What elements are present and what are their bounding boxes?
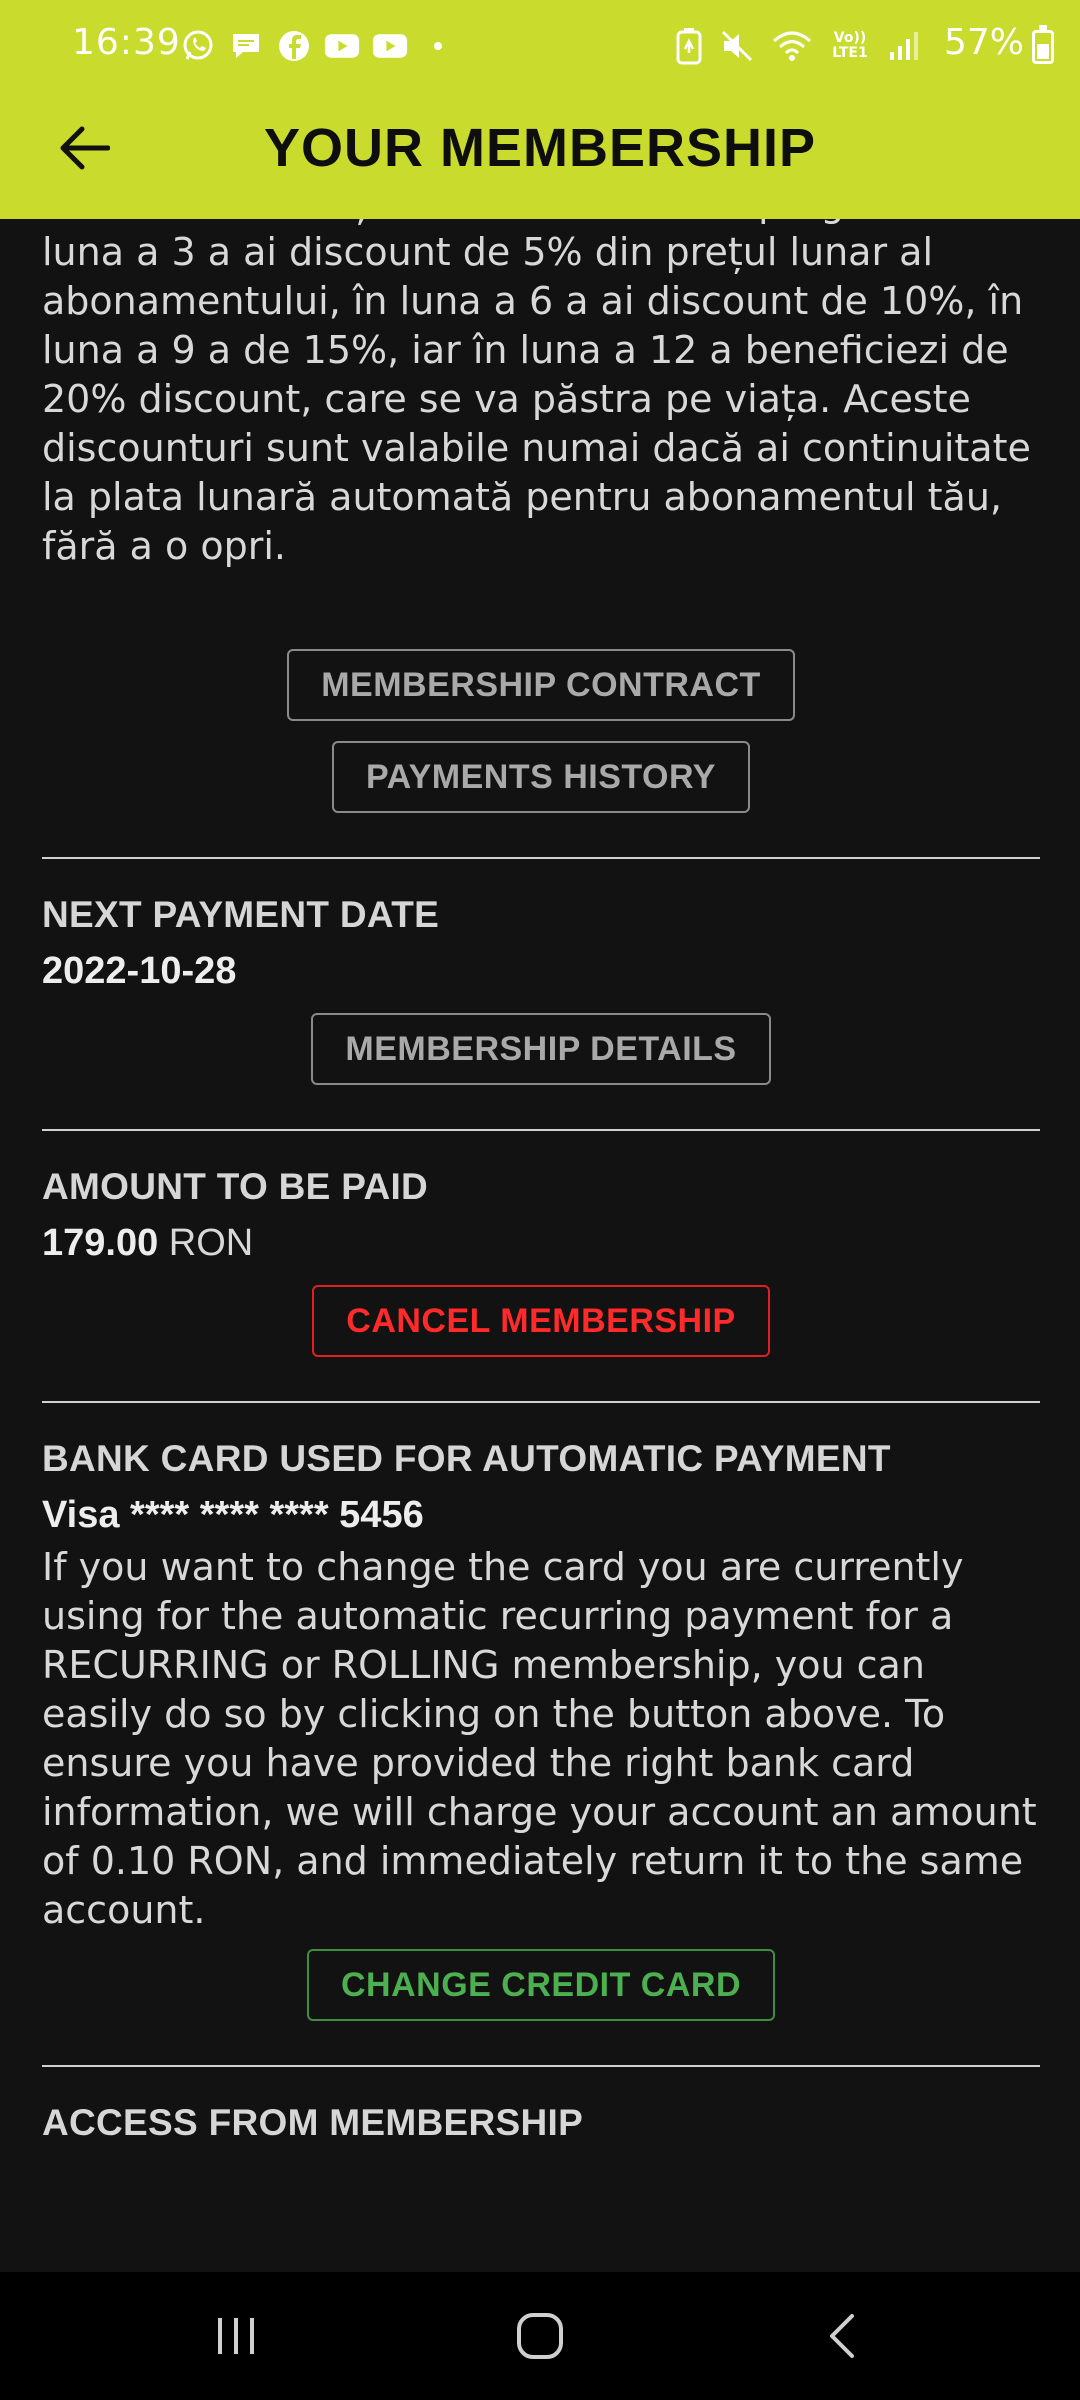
whatsapp-icon (180, 28, 216, 64)
back-icon (830, 2314, 854, 2358)
home-icon (517, 2313, 563, 2359)
home-button[interactable] (460, 2272, 620, 2400)
nav-back-button[interactable] (762, 2272, 922, 2400)
volte-icon: Vo)) LTE1 (832, 30, 868, 61)
mute-icon (720, 26, 754, 66)
bank-card-number: Visa **** **** **** 5456 (42, 1494, 424, 1536)
cancel-row: CANCEL MEMBERSHIP (42, 1285, 1040, 1357)
amount-number: 179.00 (42, 1222, 159, 1264)
chat-icon (228, 28, 264, 64)
battery-percent: 57% (943, 22, 1024, 63)
app-header: 16:39 Vo)) LTE1 57% YOUR MEMBERSHIP (0, 0, 1080, 219)
details-row: MEMBERSHIP DETAILS (42, 1013, 1040, 1085)
bank-card-label: BANK CARD USED FOR AUTOMATIC PAYMENT (42, 1438, 891, 1479)
membership-scroll: abonamentului îți oferim un discount pro… (42, 219, 1040, 2151)
facebook-icon (276, 28, 312, 64)
recent-apps-button[interactable] (156, 2272, 316, 2400)
access-label: ACCESS FROM MEMBERSHIP (42, 2102, 584, 2143)
recent-apps-icon (218, 2318, 254, 2354)
contract-row: MEMBERSHIP CONTRACT (42, 649, 1040, 721)
change-credit-card-button[interactable]: CHANGE CREDIT CARD (307, 1949, 775, 2021)
bank-card-description: If you want to change the card you are c… (42, 1545, 1037, 1932)
membership-details-button[interactable]: MEMBERSHIP DETAILS (311, 1013, 771, 1085)
notification-icons (180, 28, 456, 64)
payments-history-button[interactable]: PAYMENTS HISTORY (332, 741, 750, 813)
next-payment-date: 2022-10-28 (42, 950, 237, 992)
system-icons: Vo)) LTE1 (676, 26, 920, 66)
cancel-membership-button[interactable]: CANCEL MEMBERSHIP (312, 1285, 770, 1357)
battery-saver-icon (676, 26, 702, 66)
membership-contract-button[interactable]: MEMBERSHIP CONTRACT (287, 649, 795, 721)
wifi-icon (772, 26, 812, 66)
next-payment-label: NEXT PAYMENT DATE (42, 894, 440, 935)
signal-icon (888, 26, 920, 66)
amount-label: AMOUNT TO BE PAID (42, 1166, 429, 1207)
membership-content[interactable]: abonamentului îți oferim un discount pro… (0, 219, 1080, 2272)
status-bar: 16:39 Vo)) LTE1 57% (0, 0, 1080, 90)
youtube-icon (372, 28, 408, 64)
history-row: PAYMENTS HISTORY (42, 741, 1040, 813)
amount-currency: RON (168, 1222, 254, 1264)
dot-icon (420, 28, 456, 64)
amount-value: 179.00 RON (42, 1215, 1040, 1271)
discount-text: abonamentului îți oferim un discount pro… (42, 219, 1031, 568)
change-card-row: CHANGE CREDIT CARD (42, 1949, 1040, 2021)
battery-icon (1032, 25, 1054, 64)
youtube-icon (324, 28, 360, 64)
page-title: YOUR MEMBERSHIP (263, 118, 817, 178)
system-nav-bar (0, 2272, 1080, 2400)
status-time: 16:39 (72, 22, 181, 63)
